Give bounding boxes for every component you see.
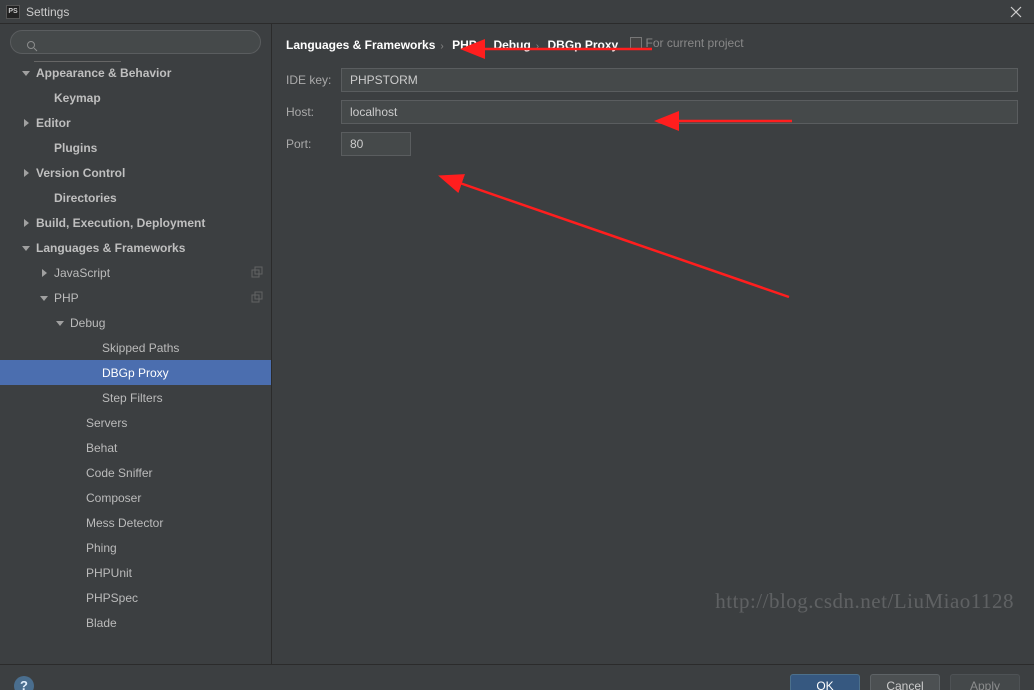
sidebar-item-debug[interactable]: Debug (0, 310, 271, 335)
sidebar-item-label: PHPSpec (86, 591, 138, 605)
watermark: http://blog.csdn.net/LiuMiao1128 (715, 589, 1014, 614)
sidebar-item-code-sniffer[interactable]: Code Sniffer (0, 460, 271, 485)
sidebar-item-mess-detector[interactable]: Mess Detector (0, 510, 271, 535)
sidebar-item-label: Mess Detector (86, 516, 163, 530)
titlebar: PS Settings (0, 0, 1034, 24)
sidebar-item-label: Blade (86, 616, 117, 630)
sidebar-item-phpunit[interactable]: PHPUnit (0, 560, 271, 585)
chevron-down-icon (38, 294, 50, 302)
project-icon (630, 37, 642, 49)
sidebar-item-servers[interactable]: Servers (0, 410, 271, 435)
help-button[interactable]: ? (14, 676, 34, 690)
sidebar-item-label: Code Sniffer (86, 466, 153, 480)
sidebar-item-label: Plugins (54, 141, 97, 155)
chevron-right-icon (20, 219, 32, 227)
sidebar-item-dbgp-proxy[interactable]: DBGp Proxy (0, 360, 271, 385)
ok-button[interactable]: OK (790, 674, 860, 690)
port-field[interactable] (341, 132, 411, 156)
sidebar-item-label: Build, Execution, Deployment (36, 216, 205, 230)
sidebar-item-label: Editor (36, 116, 71, 130)
sidebar-item-plugins[interactable]: Plugins (0, 135, 271, 160)
ide-key-field[interactable] (341, 68, 1018, 92)
dialog-footer: ? OK Cancel Apply (0, 664, 1034, 690)
sidebar-item-appearance-behavior[interactable]: Appearance & Behavior (0, 60, 271, 85)
breadcrumb: Languages & Frameworks› PHP› Debug› DBGp… (286, 36, 1018, 52)
sidebar-item-version-control[interactable]: Version Control (0, 160, 271, 185)
host-field[interactable] (341, 100, 1018, 124)
chevron-down-icon (20, 69, 32, 77)
window-title: Settings (26, 5, 69, 19)
sidebar-item-composer[interactable]: Composer (0, 485, 271, 510)
breadcrumb-part[interactable]: Languages & Frameworks (286, 38, 435, 52)
sidebar-item-label: Appearance & Behavior (36, 66, 171, 80)
settings-tree: Appearance & Behavior Keymap Editor Plugins… (0, 60, 271, 664)
sidebar-item-label: Skipped Paths (102, 341, 179, 355)
port-label: Port: (286, 137, 341, 151)
sidebar-item-label: Phing (86, 541, 117, 555)
sidebar-item-languages-frameworks[interactable]: Languages & Frameworks (0, 235, 271, 260)
breadcrumb-part[interactable]: PHP (452, 38, 477, 52)
sidebar-item-label: Directories (54, 191, 117, 205)
sidebar-item-phpspec[interactable]: PHPSpec (0, 585, 271, 610)
project-link-icon (251, 266, 263, 281)
sidebar-item-label: Behat (86, 441, 117, 455)
sidebar-item-label: Servers (86, 416, 127, 430)
sidebar-item-skipped-paths[interactable]: Skipped Paths (0, 335, 271, 360)
search-icon (26, 40, 38, 55)
apply-button[interactable]: Apply (950, 674, 1020, 690)
sidebar-item-editor[interactable]: Editor (0, 110, 271, 135)
sidebar-item-label: DBGp Proxy (102, 366, 169, 380)
chevron-right-icon (20, 169, 32, 177)
host-label: Host: (286, 105, 341, 119)
chevron-right-icon (20, 119, 32, 127)
sidebar-item-label: PHPUnit (86, 566, 132, 580)
settings-sidebar: Appearance & Behavior Keymap Editor Plugins… (0, 24, 272, 664)
sidebar-item-label: Keymap (54, 91, 101, 105)
sidebar-item-label: Composer (86, 491, 141, 505)
close-icon (1010, 6, 1022, 18)
sidebar-item-label: Step Filters (102, 391, 163, 405)
sidebar-item-php[interactable]: PHP (0, 285, 271, 310)
breadcrumb-part[interactable]: Debug (493, 38, 530, 52)
search-input[interactable] (10, 30, 261, 54)
sidebar-item-label: PHP (54, 291, 79, 305)
ide-key-label: IDE key: (286, 73, 341, 87)
sidebar-item-blade[interactable]: Blade (0, 610, 271, 635)
chevron-down-icon (54, 319, 66, 327)
sidebar-item-phing[interactable]: Phing (0, 535, 271, 560)
breadcrumb-part: DBGp Proxy (547, 38, 618, 52)
sidebar-item-keymap[interactable]: Keymap (0, 85, 271, 110)
sidebar-item-directories[interactable]: Directories (0, 185, 271, 210)
settings-main: Languages & Frameworks› PHP› Debug› DBGp… (272, 24, 1034, 664)
sidebar-item-build-execution-deployment[interactable]: Build, Execution, Deployment (0, 210, 271, 235)
close-button[interactable] (1004, 0, 1028, 24)
sidebar-item-javascript[interactable]: JavaScript (0, 260, 271, 285)
sidebar-item-label: Languages & Frameworks (36, 241, 185, 255)
sidebar-item-label: Version Control (36, 166, 125, 180)
project-link-icon (251, 291, 263, 306)
sidebar-item-label: JavaScript (54, 266, 110, 280)
dbgp-proxy-form: IDE key: Host: Port: (286, 68, 1018, 164)
sidebar-item-step-filters[interactable]: Step Filters (0, 385, 271, 410)
sidebar-item-behat[interactable]: Behat (0, 435, 271, 460)
chevron-down-icon (20, 244, 32, 252)
project-scope-badge: For current project (630, 36, 744, 50)
app-icon: PS (6, 5, 20, 19)
sidebar-item-label: Debug (70, 316, 105, 330)
chevron-right-icon (38, 269, 50, 277)
cancel-button[interactable]: Cancel (870, 674, 940, 690)
